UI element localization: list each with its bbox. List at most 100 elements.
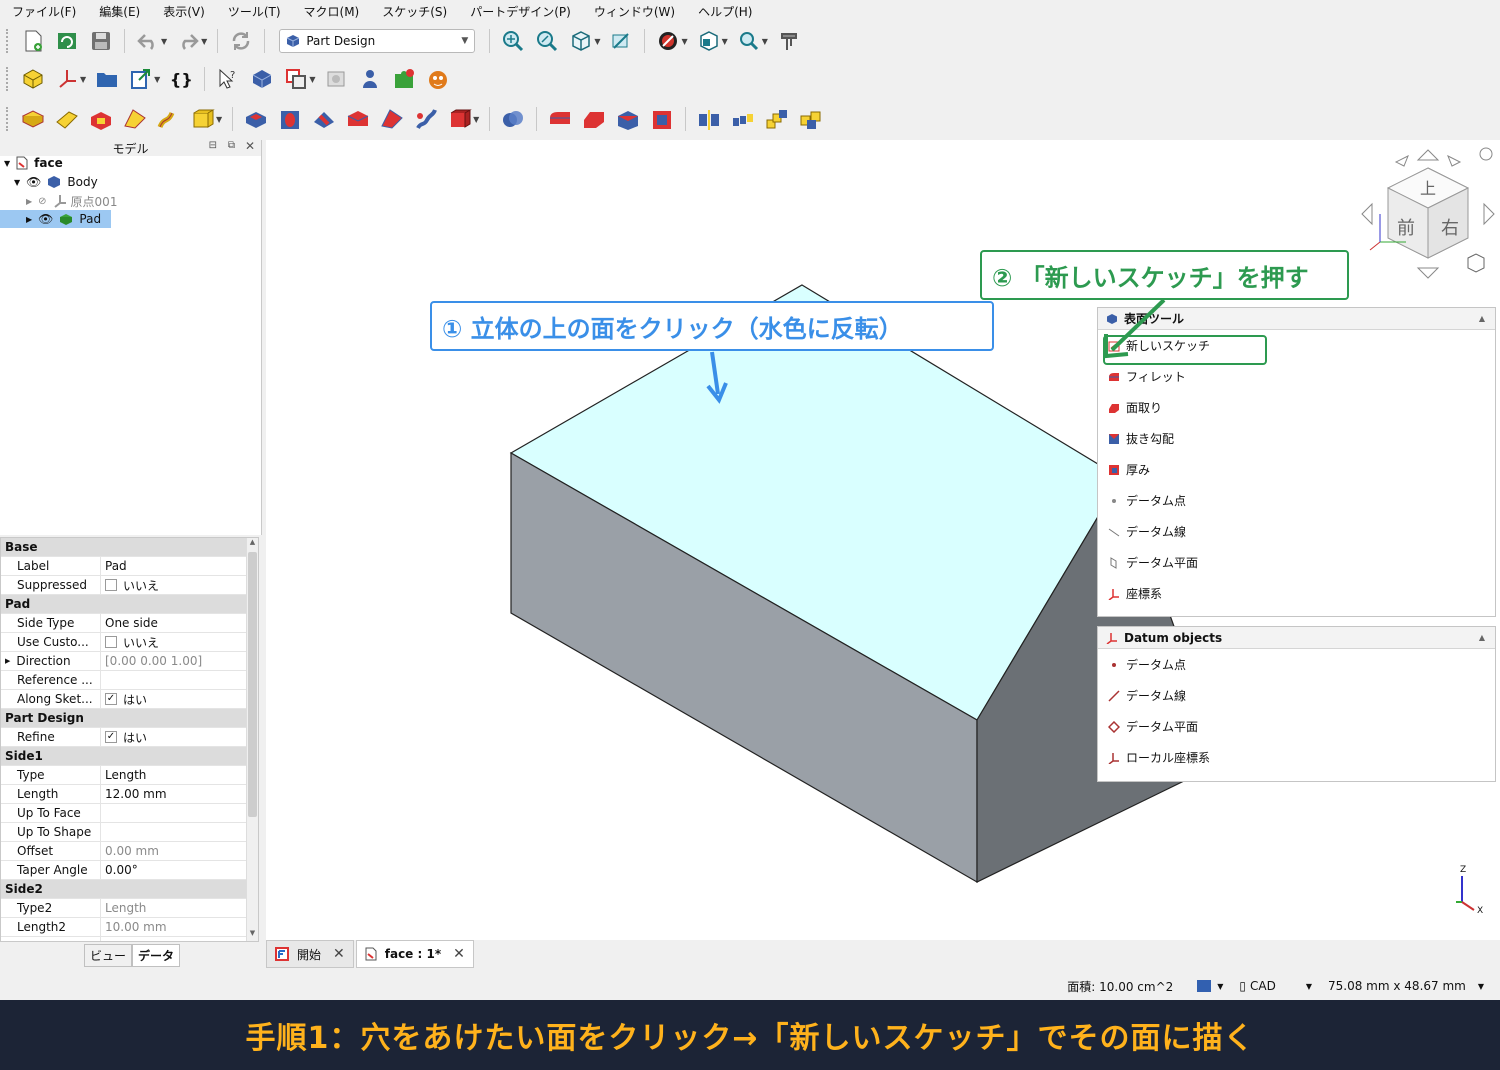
fit-selection-icon[interactable] [534, 28, 560, 54]
multi-transform-icon[interactable] [798, 106, 824, 132]
property-value[interactable]: Length [101, 901, 258, 915]
clone-icon[interactable] [323, 66, 349, 92]
property-value[interactable]: いいえ [101, 634, 258, 651]
local-coordinate-system-item[interactable]: ローカル座標系 [1098, 742, 1495, 773]
view-cube-icon[interactable] [568, 28, 594, 54]
menu-file[interactable]: ファイル(F) [12, 3, 76, 20]
property-row[interactable]: Length 12.00 mm [1, 785, 258, 804]
property-row[interactable]: Reference ... [1, 671, 258, 690]
menu-help[interactable]: ヘルプ(H) [698, 3, 752, 20]
tab-face[interactable]: face : 1* ✕ [355, 940, 474, 968]
property-value[interactable]: [0.00 0.00 1.00] [101, 654, 258, 668]
checkbox[interactable] [105, 636, 117, 648]
person-icon[interactable] [357, 66, 383, 92]
subtractive-primitive-icon[interactable] [447, 106, 473, 132]
body-icon[interactable] [20, 66, 46, 92]
property-value[interactable]: Length [101, 768, 258, 782]
refresh-icon[interactable] [228, 28, 254, 54]
additive-primitive-icon[interactable] [190, 106, 216, 132]
property-value[interactable]: One side [101, 616, 258, 630]
datum-point-item[interactable]: データム点 [1098, 485, 1495, 516]
polar-pattern-icon[interactable] [764, 106, 790, 132]
boolean-icon[interactable] [500, 106, 526, 132]
property-row[interactable]: Side Type One side [1, 614, 258, 633]
property-row[interactable]: ▶ Direction [0.00 0.00 1.00] [1, 652, 258, 671]
property-row[interactable]: Along Sket... ✓ はい [1, 690, 258, 709]
groove-icon[interactable] [311, 106, 337, 132]
property-row[interactable]: Taper Angle 0.00° [1, 861, 258, 880]
property-row[interactable]: Suppressed いいえ [1, 576, 258, 595]
menu-view[interactable]: 表示(V) [163, 3, 205, 20]
expand-arrow-icon[interactable]: ▶ [26, 215, 32, 224]
measurement-tool-icon[interactable] [776, 28, 802, 54]
tree-item-document[interactable]: ▼ face [4, 154, 63, 172]
menu-sketch[interactable]: スケッチ(S) [382, 3, 447, 20]
property-row[interactable]: Refine ✓ はい [1, 728, 258, 747]
coordinate-system-item[interactable]: 座標系 [1098, 578, 1495, 609]
property-row[interactable]: Up To Face2 [1, 937, 258, 941]
dock-icon[interactable]: ⊟ [209, 140, 217, 151]
fillet-icon[interactable] [547, 106, 573, 132]
expand-arrow-icon[interactable]: ▼ [14, 178, 20, 187]
property-row[interactable]: Type2 Length [1, 899, 258, 918]
tab-start[interactable]: 開始 ✕ [266, 940, 354, 968]
std-views-icon[interactable] [696, 28, 722, 54]
tree-item-body[interactable]: ▼ 👁 Body [14, 173, 98, 191]
workbench-selector[interactable]: Part Design ▼ [279, 29, 476, 53]
open-document-icon[interactable] [54, 28, 80, 54]
revolution-icon[interactable] [54, 106, 80, 132]
expand-arrow-icon[interactable]: ▶ [5, 657, 10, 665]
eye-hidden-icon[interactable]: ⊘ [38, 196, 46, 207]
tree-item-origin[interactable]: ▶ ⊘ 原点001 [26, 192, 117, 210]
property-row[interactable]: Label Pad [1, 557, 258, 576]
collapse-icon[interactable]: ▲ [1479, 314, 1485, 323]
pipe-icon[interactable] [156, 106, 182, 132]
property-row[interactable]: Up To Face [1, 804, 258, 823]
property-value[interactable]: ✓ はい [101, 691, 258, 708]
mascot-icon[interactable] [425, 66, 451, 92]
zoom-icon[interactable] [736, 28, 762, 54]
puzzle-icon[interactable] [391, 66, 417, 92]
close-tab-icon[interactable]: ✕ [453, 946, 465, 962]
datum-objects-header[interactable]: Datum objects ▲ [1098, 627, 1495, 649]
subtractive-loft-icon[interactable] [345, 106, 371, 132]
property-row[interactable]: Offset 0.00 mm [1, 842, 258, 861]
close-tab-icon[interactable]: ✕ [333, 946, 345, 962]
property-value[interactable]: 12.00 mm [101, 787, 258, 801]
eye-icon[interactable]: 👁 [26, 175, 41, 189]
origin-axes-icon[interactable] [54, 66, 80, 92]
chamfer-icon[interactable] [581, 106, 607, 132]
pocket-tool-icon[interactable] [243, 106, 269, 132]
tab-view[interactable]: ビュー [84, 944, 133, 967]
draw-style-status[interactable]: ▼ [1197, 980, 1223, 992]
linear-pattern-icon[interactable] [730, 106, 756, 132]
part-icon[interactable] [249, 66, 275, 92]
menu-macro[interactable]: マクロ(M) [304, 3, 360, 20]
menu-edit[interactable]: 編集(E) [99, 3, 140, 20]
property-value[interactable]: 0.00° [101, 863, 258, 877]
tree-item-pad[interactable]: ▶ 👁 Pad [0, 210, 111, 228]
property-row[interactable]: Type Length [1, 766, 258, 785]
collapse-icon[interactable]: ▲ [1479, 633, 1485, 642]
expression-icon[interactable]: {} [168, 66, 194, 92]
tab-data[interactable]: データ [132, 944, 181, 967]
draw-style-icon[interactable] [655, 28, 681, 54]
toolbar-grip[interactable] [6, 107, 10, 131]
subtractive-helix-icon[interactable] [413, 106, 439, 132]
property-row[interactable]: Up To Shape [1, 823, 258, 842]
draft-item[interactable]: 抜き勾配 [1098, 423, 1495, 454]
hole-icon[interactable] [277, 106, 303, 132]
draft-icon[interactable] [615, 106, 641, 132]
checkbox[interactable]: ✓ [105, 731, 117, 743]
redo-icon[interactable] [175, 28, 201, 54]
datum-line-item[interactable]: データム線 [1098, 516, 1495, 547]
property-value[interactable]: いいえ [101, 577, 258, 594]
fillet-item[interactable]: フィレット [1098, 361, 1495, 392]
whats-this-icon[interactable]: ? [215, 66, 241, 92]
float-icon[interactable]: ⧉ [228, 140, 235, 151]
datum-line-item[interactable]: データム線 [1098, 680, 1495, 711]
folder-icon[interactable] [94, 66, 120, 92]
pad-icon[interactable] [20, 106, 46, 132]
save-icon[interactable] [88, 28, 114, 54]
datum-plane-item[interactable]: データム平面 [1098, 711, 1495, 742]
